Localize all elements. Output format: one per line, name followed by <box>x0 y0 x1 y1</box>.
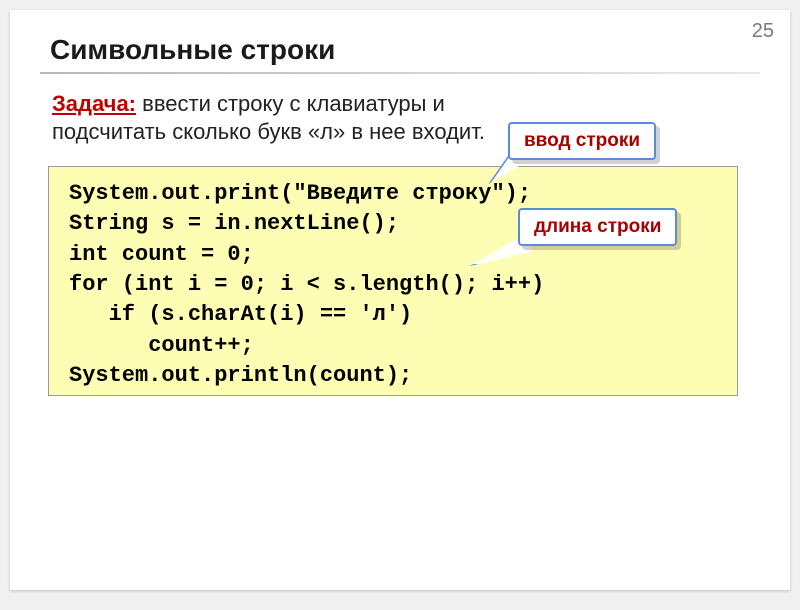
page-number: 25 <box>752 20 774 43</box>
task-text: Задача: ввести строку с клавиатуры и под… <box>52 90 530 145</box>
callout-input: ввод строки <box>508 122 656 160</box>
title-rule <box>40 72 760 74</box>
slide: 25 Символьные строки Задача: ввести стро… <box>10 10 790 590</box>
code-block: System.out.print("Введите строку"); Stri… <box>48 166 738 396</box>
task-label: Задача: <box>52 91 136 116</box>
callout-length: длина строки <box>518 208 677 246</box>
slide-title: Символьные строки <box>50 34 335 66</box>
